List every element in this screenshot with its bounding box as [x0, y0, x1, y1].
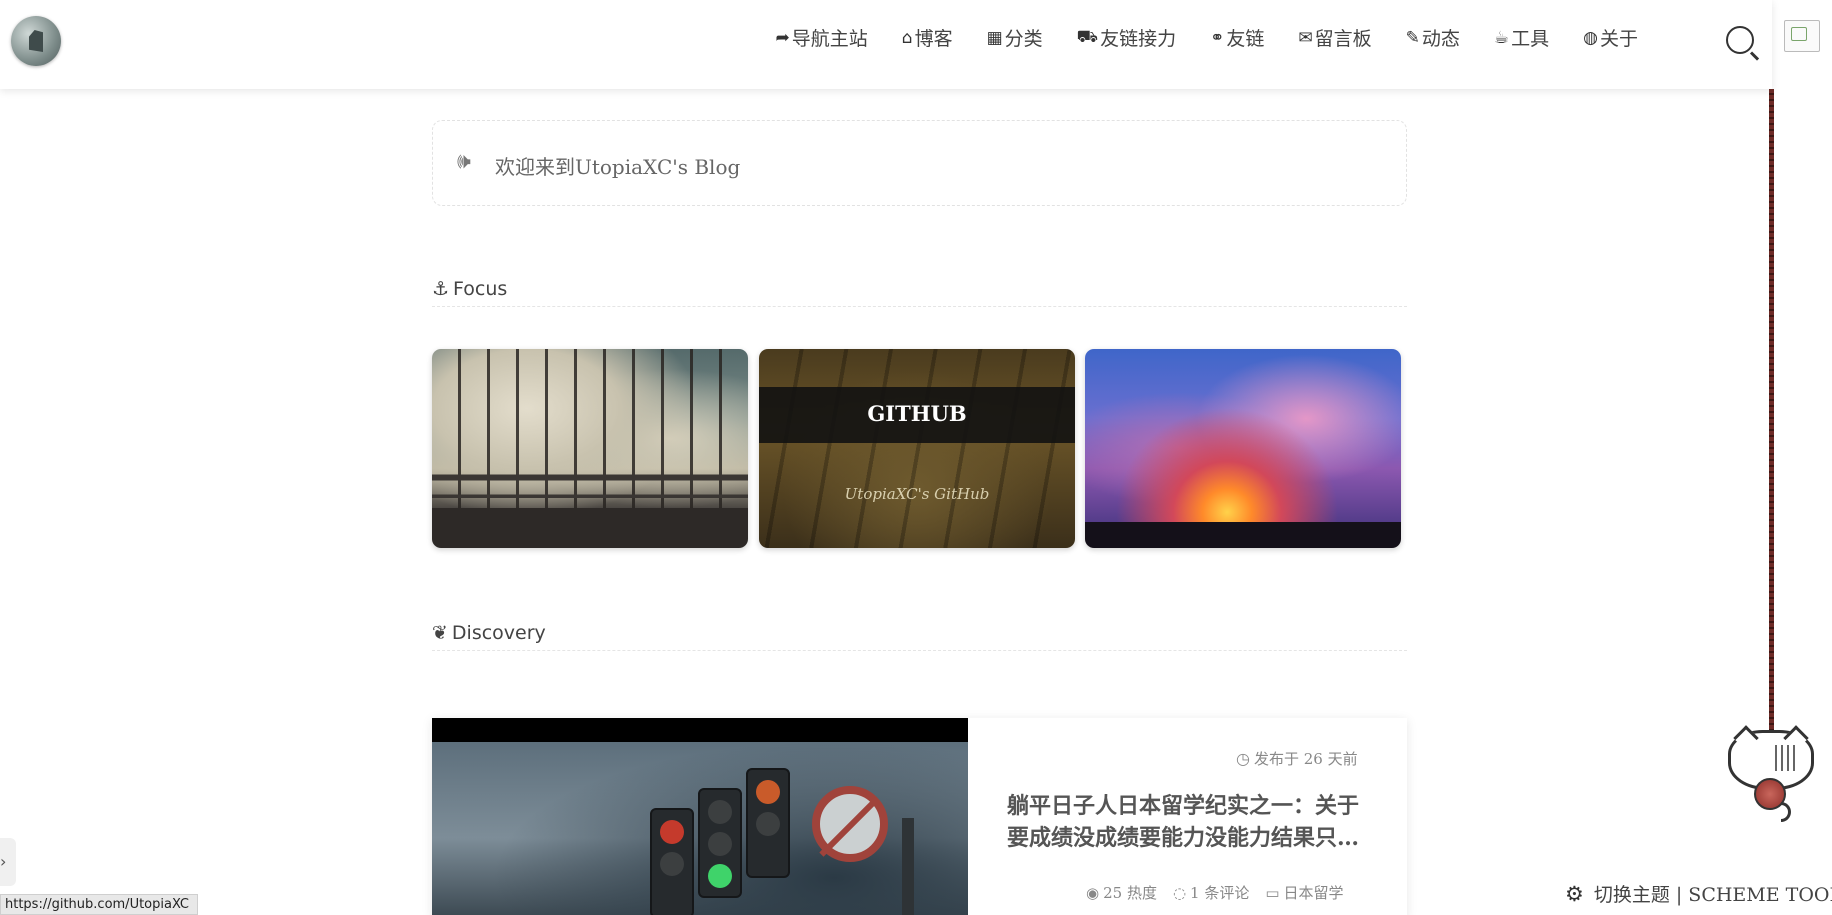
clock-icon: ◷	[1236, 749, 1250, 768]
focus-card-3[interactable]	[1085, 349, 1401, 548]
no-bus-sign	[812, 786, 888, 862]
home-icon: ⌂	[901, 27, 913, 48]
comment-icon: ◌	[1172, 884, 1187, 902]
comments-icon: ✉	[1298, 27, 1313, 48]
article-comments[interactable]: ◌ 1 条评论	[1173, 882, 1249, 903]
focus-card-github[interactable]: GITHUB UtopiaXC's GitHub	[759, 349, 1075, 548]
site-header: ➦ 导航主站 ⌂ 博客 ▦ 分类 ⛟ 友链接力 ⚭ 友链 ✉ 留言板 ✎ 动态 …	[0, 0, 1820, 89]
grid-icon: ▦	[986, 27, 1003, 48]
card-title: GITHUB	[867, 401, 967, 426]
search-icon-handle	[1749, 51, 1760, 61]
article-thumbnail[interactable]	[432, 718, 968, 915]
scheme-tool-button[interactable]: ⚙ 切换主题 | SCHEME TOOL	[1565, 880, 1832, 907]
discovery-label: Discovery	[451, 621, 546, 644]
article-views-text: 25 热度	[1103, 884, 1157, 902]
article-title[interactable]: 躺平日子人日本留学纪实之一：关于要成绩没成绩要能力没能力结果只…	[1007, 790, 1369, 854]
lamp	[660, 852, 684, 876]
lamp-green	[708, 864, 732, 888]
browser-status-url: https://github.com/UtopiaXC	[0, 894, 198, 915]
discovery-section-title: ❦ Discovery	[432, 615, 1407, 651]
nav-item-link-relay[interactable]: ⛟ 友链接力	[1077, 24, 1176, 51]
nav-item-label: 友链	[1226, 28, 1265, 50]
nav-item-portal[interactable]: ➦ 导航主站	[776, 24, 868, 51]
search-icon-ring	[1726, 26, 1754, 54]
user-avatar-broken-image[interactable]	[1784, 20, 1820, 52]
nav-item-categories[interactable]: ▦ 分类	[987, 24, 1043, 51]
nav-item-blog[interactable]: ⌂ 博客	[902, 24, 953, 51]
folder-icon: ▭	[1265, 884, 1280, 902]
focus-section-title: ⚓ Focus	[432, 271, 1407, 307]
site-logo[interactable]	[11, 16, 61, 66]
announcement-bar: 🕪 欢迎来到UtopiaXC's Blog	[432, 120, 1407, 206]
card-subtitle: UtopiaXC's GitHub	[844, 485, 990, 503]
nav-item-links[interactable]: ⚭ 友链	[1210, 24, 1264, 51]
traffic-light-3	[746, 768, 790, 878]
main-nav: ➦ 导航主站 ⌂ 博客 ▦ 分类 ⛟ 友链接力 ⚭ 友链 ✉ 留言板 ✎ 动态 …	[742, 24, 1638, 51]
scheme-tool-label: 切换主题 | SCHEME TOOL	[1593, 884, 1832, 906]
focus-label: Focus	[453, 277, 508, 300]
back-to-top-cat[interactable]	[1726, 722, 1820, 822]
coffee-icon: ☕	[1493, 27, 1510, 48]
globe-icon: ◍	[1583, 27, 1598, 48]
search-button[interactable]	[1724, 24, 1760, 61]
lamp	[708, 800, 732, 824]
nav-item-guestbook[interactable]: ✉ 留言板	[1298, 24, 1371, 51]
side-panel-toggle[interactable]: ›	[0, 838, 16, 886]
lamp	[708, 832, 732, 856]
nav-item-label: 留言板	[1314, 28, 1372, 50]
feather-icon: ✎	[1405, 27, 1420, 48]
nav-item-tools[interactable]: ☕ 工具	[1494, 24, 1549, 51]
hanging-rope	[1769, 89, 1774, 749]
article-category-text: 日本留学	[1283, 884, 1344, 902]
article-date: ◷ 发布于 26 天前	[1236, 748, 1358, 769]
share-arrow-icon: ➦	[775, 27, 790, 48]
article-meta: ◉ 25 热度 ◌ 1 条评论 ▭ 日本留学	[1086, 882, 1344, 903]
nav-item-label: 友链接力	[1100, 28, 1177, 50]
cat-tail	[1781, 802, 1791, 822]
article-views: ◉ 25 热度	[1086, 882, 1157, 903]
leaf-icon: ❦	[432, 621, 448, 644]
article-comments-text: 1 条评论	[1190, 884, 1250, 902]
cat-ear-left	[1733, 725, 1759, 751]
traffic-light-1	[650, 808, 694, 915]
nav-item-label: 关于	[1599, 28, 1638, 50]
lamp	[756, 812, 780, 836]
nav-item-label: 博客	[914, 28, 953, 50]
train-icon: ⛟	[1076, 26, 1099, 47]
lamp-orange	[756, 780, 780, 804]
announcement-text: 欢迎来到UtopiaXC's Blog	[495, 155, 741, 179]
nav-item-label: 分类	[1004, 28, 1043, 50]
traffic-light-2	[698, 788, 742, 898]
nav-item-label: 导航主站	[791, 28, 868, 50]
nav-item-label: 动态	[1421, 28, 1460, 50]
cat-stripes	[1775, 745, 1795, 771]
sign-pole	[902, 818, 914, 915]
anchor-icon: ⚓	[432, 277, 450, 300]
link-icon: ⚭	[1210, 27, 1225, 48]
eye-icon: ◉	[1086, 884, 1100, 902]
nav-item-label: 工具	[1511, 28, 1550, 50]
volume-icon: 🕪	[457, 149, 471, 174]
chevron-right-icon: ›	[0, 852, 7, 871]
nav-item-moments[interactable]: ✎ 动态	[1406, 24, 1460, 51]
lamp-red	[660, 820, 684, 844]
focus-card-1[interactable]	[432, 349, 748, 548]
article-date-text: 发布于 26 天前	[1253, 750, 1358, 768]
article-category[interactable]: ▭ 日本留学	[1265, 882, 1343, 903]
nav-item-about[interactable]: ◍ 关于	[1583, 24, 1638, 51]
gear-icon: ⚙	[1565, 881, 1584, 906]
